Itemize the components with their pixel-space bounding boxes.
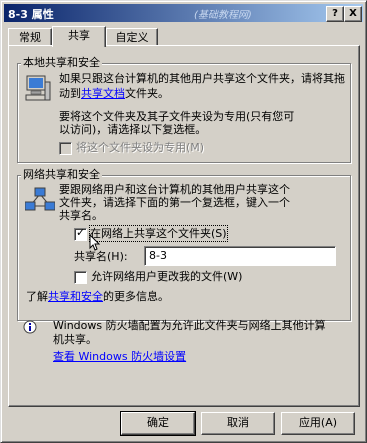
firewall-settings-link[interactable]: 查看 Windows 防火墙设置 xyxy=(53,349,186,364)
local-desc-part3: 文件夹。 xyxy=(125,87,169,100)
check-mark-icon: ✓ xyxy=(76,226,86,239)
title-bar[interactable]: 8-3 属性 (基础教程网) ? X xyxy=(4,4,363,22)
private-checkbox[interactable] xyxy=(59,142,72,155)
firewall-info-line1: Windows 防火墙配置为允许此文件夹与网络上其他计算 xyxy=(53,319,326,332)
share-network-label[interactable]: 在网络上共享这个文件夹(S) xyxy=(89,225,228,242)
share-network-checkbox[interactable]: ✓ xyxy=(74,226,87,241)
window-title: 8-3 属性 xyxy=(8,8,54,21)
allow-change-label: 允许网络用户更改我的文件(W) xyxy=(91,270,243,283)
tab-sharing[interactable]: 共享 xyxy=(52,26,106,47)
watermark-text: (基础教程网) xyxy=(194,10,252,21)
sharing-panel: 本地共享和安全 如果只跟这台计算机的其他用户共享这个文件夹，请将其拖动到共享文档… xyxy=(8,45,360,407)
firewall-info-line2: 机共享。 xyxy=(53,333,97,346)
network-icon xyxy=(24,186,56,214)
share-name-label: 共享名(H): xyxy=(74,250,128,263)
network-desc-line3: 共享名。 xyxy=(59,209,103,222)
close-button[interactable]: X xyxy=(344,6,362,22)
learn-more-text: 了解共享和安全的更多信息。 xyxy=(26,289,169,304)
tab-sharing-label: 共享 xyxy=(68,29,90,42)
local-sharing-desc: 如果只跟这台计算机的其他用户共享这个文件夹，请将其拖动到共享文档文件夹。 xyxy=(59,71,349,101)
local-sharing-title: 本地共享和安全 xyxy=(21,56,102,69)
network-sharing-title: 网络共享和安全 xyxy=(21,168,102,181)
share-name-input[interactable]: 8-3 xyxy=(144,246,336,266)
learn-more-prefix: 了解 xyxy=(26,290,48,303)
learn-more-suffix: 的更多信息。 xyxy=(103,290,169,303)
cancel-button[interactable]: 取消 xyxy=(201,412,275,435)
properties-window: 8-3 属性 (基础教程网) ? X 常规 共享 自定义 本地共享和安全 如果只… xyxy=(0,0,367,443)
allow-change-checkbox[interactable] xyxy=(74,271,87,284)
ok-button[interactable]: 确定 xyxy=(120,411,196,436)
computer-icon xyxy=(25,74,51,104)
help-button[interactable]: ? xyxy=(326,6,344,22)
private-checkbox-label: 将这个文件夹设为专用(M) xyxy=(76,141,205,154)
sharing-security-link[interactable]: 共享和安全 xyxy=(48,290,103,303)
private-desc-line2: 以访问)，请选择以下复选框。 xyxy=(59,123,207,136)
apply-button[interactable]: 应用(A) xyxy=(281,412,355,435)
shared-documents-link[interactable]: 共享文档 xyxy=(81,87,125,100)
info-icon xyxy=(23,320,37,334)
local-desc-part1: 如果只跟这台计算机的其他用户共享这个文件夹 xyxy=(59,72,290,85)
